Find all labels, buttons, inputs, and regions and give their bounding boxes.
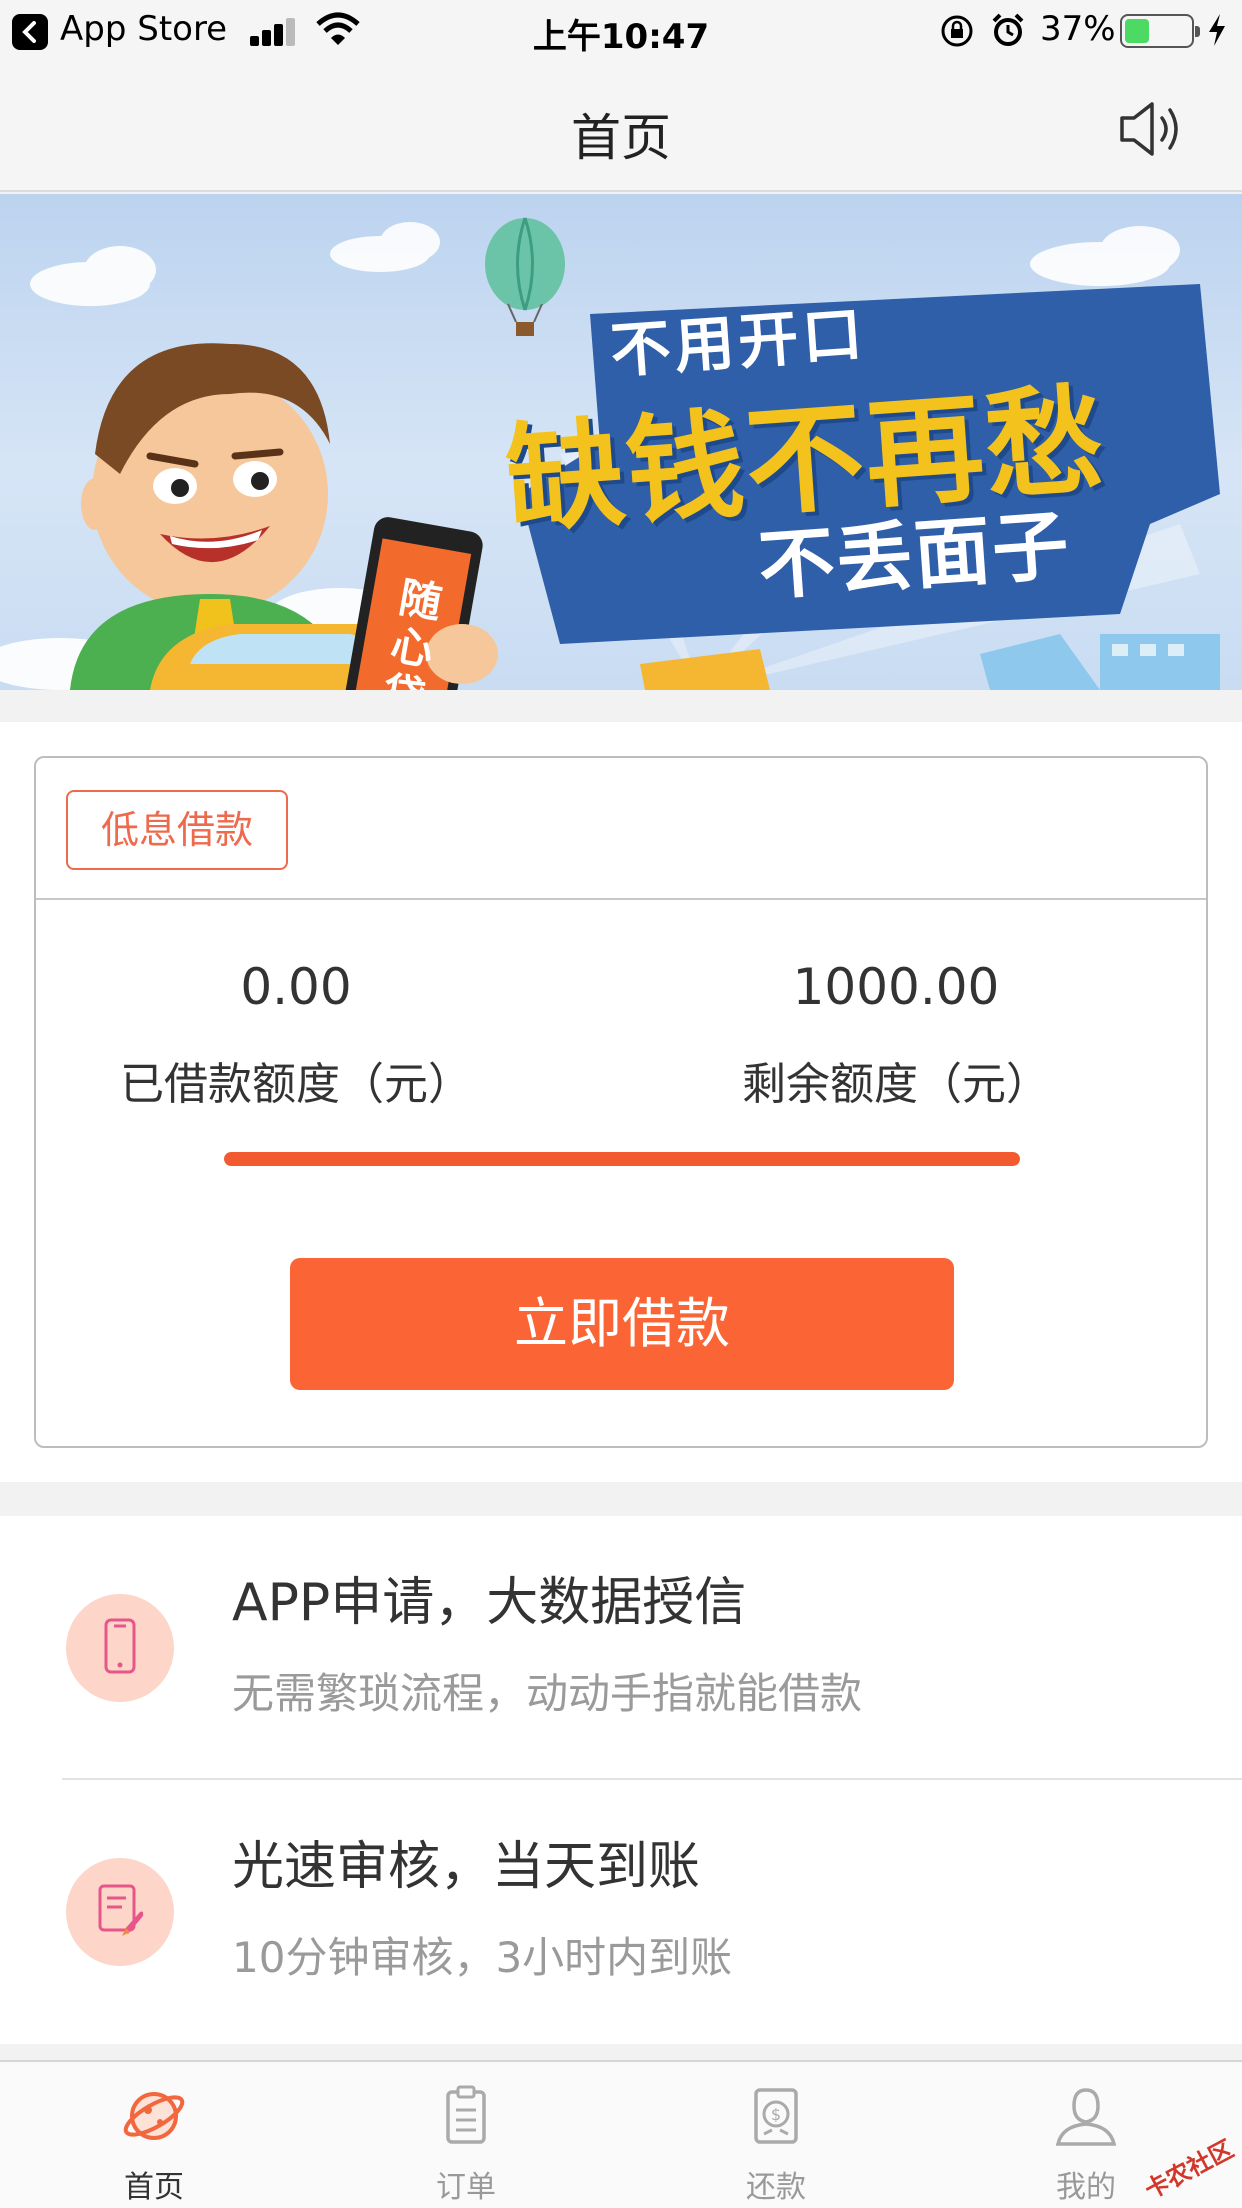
status-bar: App Store 上午10:47 37% <box>0 0 1242 62</box>
borrowed-label: 已借款额度（元） <box>120 1059 472 1110</box>
svg-text:$: $ <box>771 2105 781 2124</box>
document-rocket-icon <box>66 1858 174 1966</box>
credit-progress-bar <box>224 1152 1020 1166</box>
battery-level <box>1125 19 1149 43</box>
user-icon <box>1055 2088 1117 2146</box>
tab-orders[interactable]: 订单 <box>366 2062 566 2208</box>
battery-icon <box>1120 14 1200 48</box>
speaker-icon[interactable] <box>1118 98 1184 160</box>
remaining-amount: 1000.00 <box>792 958 1000 1016</box>
tab-repay[interactable]: $ 还款 <box>676 2062 876 2208</box>
feature-subtitle: 无需繁琐流程，动动手指就能借款 <box>232 1669 863 1718</box>
feature-item: APP申请，大数据授信 无需繁琐流程，动动手指就能借款 <box>0 1516 1242 1780</box>
borrow-now-button[interactable]: 立即借款 <box>290 1258 954 1390</box>
page-title: 首页 <box>571 109 671 167</box>
tab-home[interactable]: 首页 <box>54 2062 254 2208</box>
tab-bar: 首页 订单 $ 还款 我的 <box>0 2060 1242 2208</box>
alarm-icon <box>992 13 1024 46</box>
card-divider <box>36 898 1206 900</box>
credit-progress-fill <box>224 1152 1020 1166</box>
charging-icon <box>1209 14 1225 46</box>
tab-label: 首页 <box>124 2170 184 2205</box>
nav-bar: 首页 <box>0 62 1242 192</box>
banner-slogan-line3: 不丢面子 <box>755 500 1074 611</box>
dollar-cycle-icon: $ <box>754 2088 798 2144</box>
planet-icon <box>123 2092 185 2140</box>
clipboard-icon <box>446 2085 486 2144</box>
feature-list: APP申请，大数据授信 无需繁琐流程，动动手指就能借款 光速审核，当天到账 10… <box>0 1516 1242 2044</box>
remaining-label: 剩余额度（元） <box>742 1059 1050 1110</box>
loan-card-section: 低息借款 0.00 1000.00 已借款额度（元） 剩余额度（元） 立即借款 <box>0 722 1242 1482</box>
loan-card: 低息借款 0.00 1000.00 已借款额度（元） 剩余额度（元） 立即借款 <box>34 756 1208 1448</box>
feature-title: 光速审核，当天到账 <box>232 1837 701 1897</box>
feature-item: 光速审核，当天到账 10分钟审核，3小时内到账 <box>0 1780 1242 2044</box>
battery-percent: 37% <box>1040 9 1116 49</box>
feature-title: APP申请，大数据授信 <box>232 1573 747 1633</box>
borrowed-amount: 0.00 <box>240 958 352 1016</box>
phone-icon <box>66 1594 174 1702</box>
promo-banner[interactable]: 随心贷 不用开口 缺钱不再愁 不丢面子 <box>0 194 1242 690</box>
tab-label: 还款 <box>746 2170 806 2205</box>
orientation-lock-icon <box>941 15 973 47</box>
feature-subtitle: 10分钟审核，3小时内到账 <box>232 1933 733 1982</box>
loan-type-tag: 低息借款 <box>66 790 288 870</box>
tab-label: 订单 <box>436 2170 496 2205</box>
